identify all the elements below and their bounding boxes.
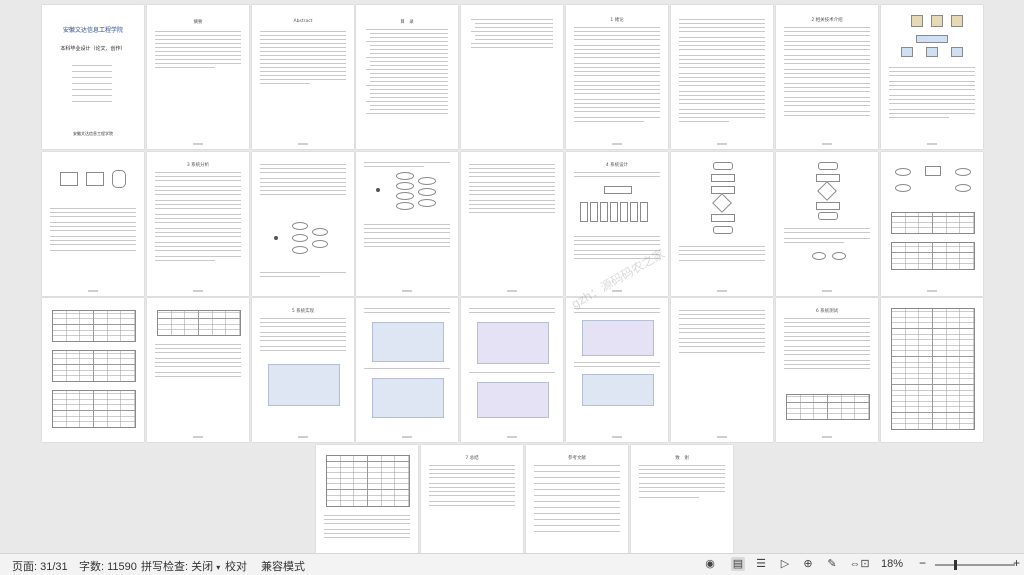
page-23-screens[interactable]: [461, 298, 563, 442]
spell-check-toggle[interactable]: 拼写检查: 关闭 ▾: [141, 558, 220, 574]
zoom-level[interactable]: 18%: [881, 558, 903, 570]
zoom-slider-handle[interactable]: [954, 560, 957, 570]
page-12-usecase[interactable]: [252, 152, 354, 296]
toc-title: 目 录: [400, 20, 414, 25]
page-6-ch1[interactable]: 1 绪论: [566, 5, 668, 149]
page-3-abstract-en[interactable]: Abstract: [252, 5, 354, 149]
page-4-toc[interactable]: 目 录: [356, 5, 458, 149]
ch5-title: 5 系统实现: [291, 309, 315, 314]
page-7-text[interactable]: [671, 5, 773, 149]
conclusion-title: 7 总结: [465, 456, 479, 461]
ch4-title: 4 系统设计: [605, 163, 629, 168]
page-24-screens[interactable]: [566, 298, 668, 442]
page-29-conclusion[interactable]: 7 总结: [421, 445, 523, 553]
abstract-en-title: Abstract: [293, 19, 313, 24]
page-28-testtable[interactable]: [316, 445, 418, 553]
compat-mode-label: 兼容模式: [261, 561, 305, 573]
page-20-tables[interactable]: [147, 298, 249, 442]
page-19-tables[interactable]: [42, 298, 144, 442]
page-22-screens[interactable]: [356, 298, 458, 442]
page-indicator[interactable]: 页面: 31/31: [12, 558, 68, 574]
ch3-title: 3 系统分析: [186, 163, 210, 168]
page-9-architecture[interactable]: [881, 5, 983, 149]
word-count[interactable]: 字数: 11590: [79, 558, 137, 574]
spell-check-label: 拼写检查: 关闭: [141, 561, 214, 573]
thanks-title: 致 谢: [675, 456, 689, 461]
page-26-ch6[interactable]: 6 系统测试: [776, 298, 878, 442]
page-view-icon[interactable]: ▤: [731, 557, 745, 571]
eye-icon[interactable]: ◉: [703, 557, 717, 571]
pen-icon[interactable]: ✎: [825, 557, 839, 571]
page-21-ch5[interactable]: 5 系统实现: [252, 298, 354, 442]
zoom-in-button[interactable]: +: [1013, 556, 1020, 570]
school-logo-text: 安徽文达信息工程学院: [62, 27, 123, 34]
cover-title: 本科毕业设计（论文、创作）: [60, 46, 126, 52]
page-14-text[interactable]: [461, 152, 563, 296]
ch6-title: 6 系统测试: [815, 309, 839, 314]
page-30-references[interactable]: 参考文献: [526, 445, 628, 553]
page-18-er[interactable]: [881, 152, 983, 296]
ch2-title: 2 相关技术介绍: [811, 18, 843, 23]
page-5-toc-cont[interactable]: [461, 5, 563, 149]
page-31-thanks[interactable]: 致 谢: [631, 445, 733, 553]
globe-icon[interactable]: ⊕: [801, 557, 815, 571]
page-8-ch2[interactable]: 2 相关技术介绍: [776, 5, 878, 149]
page-27-testtable[interactable]: [881, 298, 983, 442]
document-canvas[interactable]: 安徽文达信息工程学院 本科毕业设计（论文、创作） 安徽文达信息工程学院 摘要 A…: [0, 0, 1024, 553]
page-1-cover[interactable]: 安徽文达信息工程学院 本科毕业设计（论文、创作） 安徽文达信息工程学院: [42, 5, 144, 149]
status-bar: 页面: 31/31 字数: 11590 拼写检查: 关闭 ▾ 校对 兼容模式 ◉…: [0, 553, 1024, 575]
zoom-slider[interactable]: [935, 564, 1015, 566]
proofread-button[interactable]: 校对: [225, 558, 247, 574]
page-10-flow[interactable]: [42, 152, 144, 296]
outline-icon[interactable]: ☰: [754, 557, 768, 571]
page-13-usecase2[interactable]: [356, 152, 458, 296]
play-icon[interactable]: ▷: [778, 557, 792, 571]
page-2-abstract-cn[interactable]: 摘要: [147, 5, 249, 149]
cover-footer: 安徽文达信息工程学院: [73, 131, 113, 136]
zoom-out-button[interactable]: −: [919, 556, 926, 570]
page-11-ch3[interactable]: 3 系统分析: [147, 152, 249, 296]
ch1-title: 1 绪论: [610, 18, 624, 23]
page-17-flowchart2[interactable]: [776, 152, 878, 296]
page-25-text[interactable]: [671, 298, 773, 442]
ref-title: 参考文献: [568, 456, 586, 461]
abstract-cn-title: 摘要: [193, 20, 203, 25]
page-16-flowchart[interactable]: [671, 152, 773, 296]
chevron-down-icon: ▾: [216, 563, 221, 572]
fit-page-icon[interactable]: ⊡: [858, 557, 872, 571]
